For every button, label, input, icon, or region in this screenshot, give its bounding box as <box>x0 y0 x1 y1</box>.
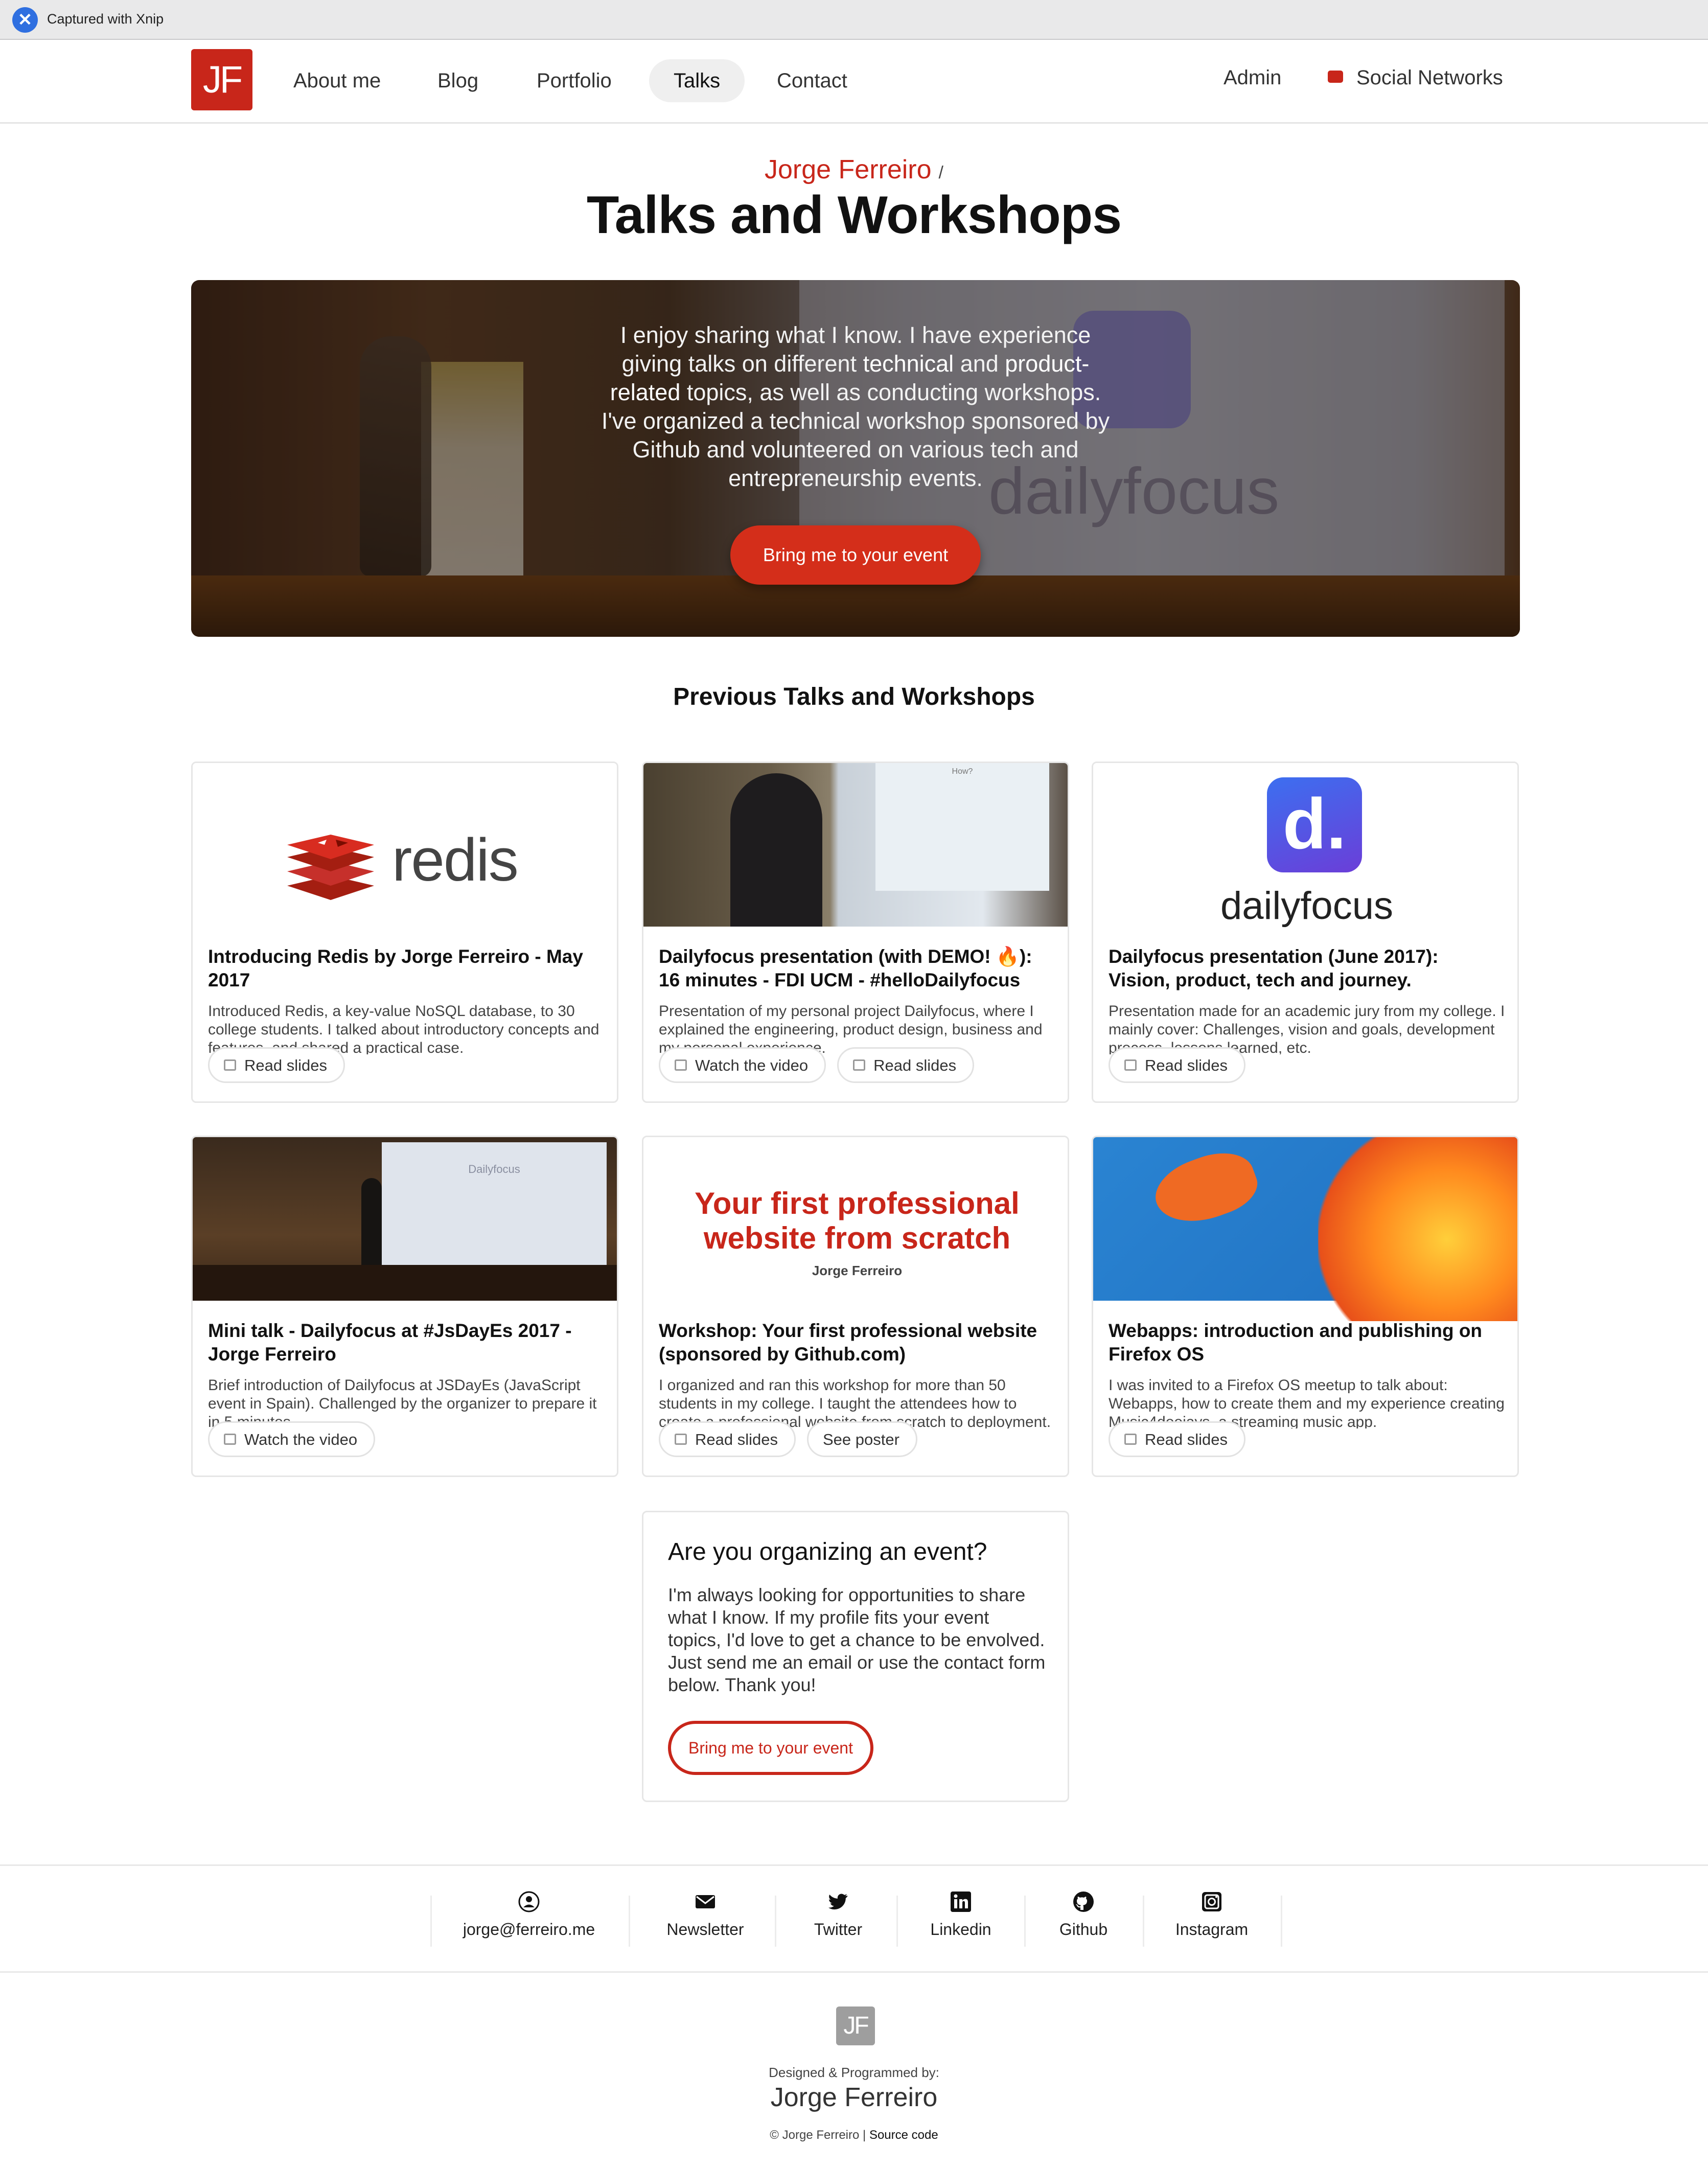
talk-card-jsdayes[interactable]: Dailyfocus Mini talk - Dailyfocus at #Js… <box>191 1136 618 1477</box>
top-nav: JF About me Blog Portfolio Talks Contact… <box>0 41 1708 124</box>
firefox-flame-illustration <box>1318 1137 1517 1321</box>
card-image-slide: How? <box>875 763 1049 891</box>
card-title[interactable]: Dailyfocus presentation (with DEMO! 🔥): … <box>659 945 1055 992</box>
breadcrumb: Jorge Ferreiro / <box>0 154 1708 185</box>
redis-wordmark: redis <box>392 826 519 894</box>
page-title: Talks and Workshops <box>586 186 1122 245</box>
nav-blog[interactable]: Blog <box>413 59 503 102</box>
card-image-dailyfocus-logo: d. dailyfocus <box>1093 763 1517 928</box>
redis-logo-icon <box>287 835 374 900</box>
cta-button[interactable]: Bring me to your event <box>668 1721 873 1775</box>
dailyfocus-app-icon: d. <box>1267 777 1362 872</box>
breadcrumb-name[interactable]: Jorge Ferreiro <box>765 155 932 184</box>
contact-links: jorge@ferreiro.me Newsletter Twitter Lin… <box>0 1864 1708 1973</box>
nav-contact[interactable]: Contact <box>752 59 872 102</box>
card-image-firefox <box>1093 1137 1517 1321</box>
source-code-link[interactable]: Source code <box>869 2128 938 2142</box>
card-title[interactable]: Workshop: Your first professional websit… <box>659 1319 1055 1366</box>
nav-talks[interactable]: Talks <box>649 59 745 102</box>
watch-video-button[interactable]: Watch the video <box>659 1047 826 1083</box>
read-slides-button[interactable]: Read slides <box>659 1421 796 1457</box>
footer-designed-by: Designed & Programmed by: <box>769 2065 939 2080</box>
card-description: Introduced Redis, a key-value NoSQL data… <box>208 1003 599 1054</box>
cta-heading: Are you organizing an event? <box>668 1538 987 1565</box>
card-description: Brief introduction of Dailyfocus at JSDa… <box>208 1377 597 1428</box>
event-cta-box: Are you organizing an event? I'm always … <box>642 1511 1069 1802</box>
card-image-workshop-poster: Your first professional website from scr… <box>643 1137 1068 1301</box>
hero-cta-button[interactable]: Bring me to your event <box>730 525 981 585</box>
slides-icon <box>675 1433 687 1445</box>
contact-instagram[interactable]: Instagram <box>1155 1890 1268 1939</box>
read-slides-button[interactable]: Read slides <box>1109 1047 1245 1083</box>
nav-portfolio[interactable]: Portfolio <box>512 59 636 102</box>
instagram-icon <box>1202 1892 1221 1911</box>
footer-name: Jorge Ferreiro <box>770 2083 938 2112</box>
card-image-stage <box>193 1265 617 1301</box>
capture-bar: ✕ Captured with Xnip <box>0 0 1708 40</box>
card-image-speaker <box>730 773 822 927</box>
video-icon <box>224 1433 236 1445</box>
card-description: Presentation made for an academic jury f… <box>1109 1003 1505 1054</box>
read-slides-button[interactable]: Read slides <box>1109 1421 1245 1457</box>
mail-icon <box>696 1895 715 1908</box>
contact-linkedin[interactable]: Linkedin <box>910 1890 1012 1939</box>
card-title[interactable]: Introducing Redis by Jorge Ferreiro - Ma… <box>208 945 605 992</box>
video-icon <box>675 1059 687 1071</box>
contact-github[interactable]: Github <box>1037 1890 1129 1939</box>
github-icon <box>1073 1892 1094 1912</box>
nav-social-networks[interactable]: Social Networks <box>1328 56 1503 99</box>
talk-card-dailyfocus-june[interactable]: d. dailyfocus Dailyfocus presentation (J… <box>1092 762 1519 1103</box>
card-description: I was invited to a Firefox OS meetup to … <box>1109 1377 1505 1428</box>
nav-admin[interactable]: Admin <box>1224 56 1281 99</box>
contact-newsletter[interactable]: Newsletter <box>644 1890 767 1939</box>
card-image-jsdayes: Dailyfocus <box>193 1137 617 1301</box>
site-logo[interactable]: JF <box>191 49 252 110</box>
linkedin-icon <box>951 1892 971 1912</box>
card-image-slide: Dailyfocus <box>382 1142 607 1265</box>
breadcrumb-separator: / <box>938 163 943 182</box>
see-poster-button[interactable]: See poster <box>806 1421 917 1457</box>
xnip-icon: ✕ <box>12 7 38 33</box>
card-title[interactable]: Dailyfocus presentation (June 2017): Vis… <box>1109 945 1505 992</box>
talk-card-firefox-os[interactable]: Webapps: introduction and publishing on … <box>1092 1136 1519 1477</box>
cta-text: I'm always looking for opportunities to … <box>668 1584 1046 1695</box>
user-icon <box>518 1891 540 1912</box>
watch-video-button[interactable]: Watch the video <box>208 1421 376 1457</box>
talk-card-dailyfocus-demo[interactable]: How? Dailyfocus presentation (with DEMO!… <box>642 762 1069 1103</box>
poster-author: Jorge Ferreiro <box>812 1263 903 1278</box>
card-description: I organized and ran this workshop for mo… <box>659 1377 1051 1428</box>
nav-about[interactable]: About me <box>269 59 405 102</box>
hero-banner: dailyfocus I enjoy sharing what I know. … <box>191 280 1520 637</box>
footer-copyright: © Jorge Ferreiro | Source code <box>770 2128 938 2142</box>
slides-icon <box>853 1059 866 1071</box>
card-title[interactable]: Mini talk - Dailyfocus at #JsDayEs 2017 … <box>208 1319 605 1366</box>
section-title: Previous Talks and Workshops <box>673 683 1035 710</box>
chat-icon <box>1328 71 1343 83</box>
fox-illustration <box>1147 1142 1264 1235</box>
card-title[interactable]: Webapps: introduction and publishing on … <box>1109 1319 1505 1366</box>
hero-text: I enjoy sharing what I know. I have expe… <box>601 322 1110 491</box>
card-image-dailyfocus-demo: How? <box>643 763 1068 927</box>
card-image-redis: redis <box>193 763 617 927</box>
card-description: Presentation of my personal project Dail… <box>659 1003 1043 1054</box>
footer-logo: JF <box>836 2006 875 2045</box>
talk-card-redis[interactable]: redis Introducing Redis by Jorge Ferreir… <box>191 762 618 1103</box>
twitter-icon <box>828 1894 848 1910</box>
card-image-speaker <box>361 1178 382 1265</box>
capture-label: Captured with Xnip <box>47 11 164 27</box>
poster-title: Your first professional website from scr… <box>695 1186 1020 1255</box>
read-slides-button[interactable]: Read slides <box>208 1047 345 1083</box>
slides-icon <box>224 1059 236 1071</box>
read-slides-button[interactable]: Read slides <box>837 1047 975 1083</box>
contact-email[interactable]: jorge@ferreiro.me <box>455 1890 603 1939</box>
social-label: Social Networks <box>1356 66 1503 89</box>
slides-icon <box>1124 1059 1137 1071</box>
talk-card-workshop[interactable]: Your first professional website from scr… <box>642 1136 1069 1477</box>
slides-icon <box>1124 1433 1137 1445</box>
dailyfocus-wordmark: dailyfocus <box>1220 884 1393 928</box>
contact-twitter[interactable]: Twitter <box>787 1890 889 1939</box>
